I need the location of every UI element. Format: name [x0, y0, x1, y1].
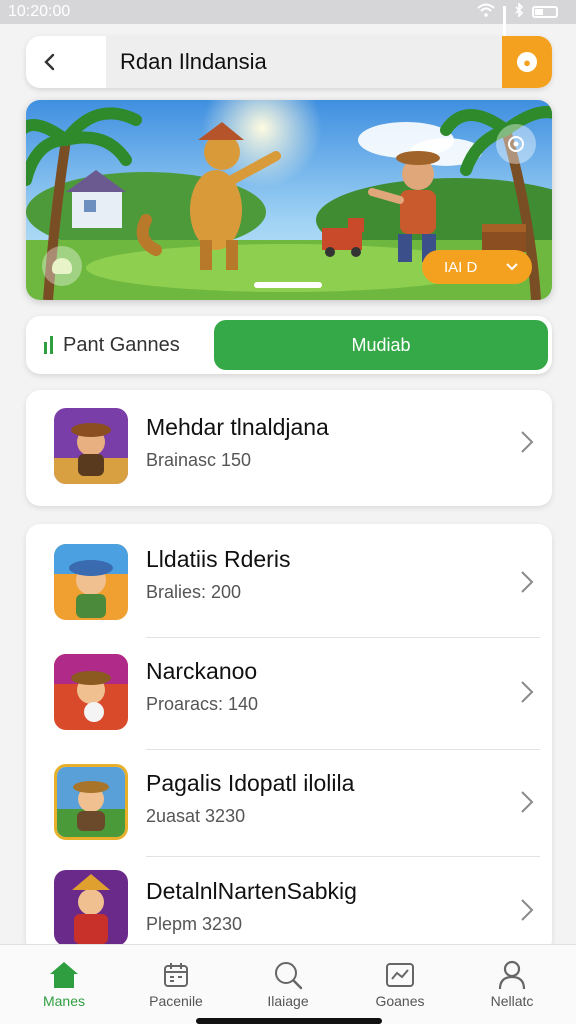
- chevron-right-icon: [520, 570, 534, 601]
- settings-icon[interactable]: [496, 124, 536, 164]
- game-thumbnail: [54, 870, 128, 946]
- games-list-card: Lldatiis Rderis Bralies: 200 Narckanoo P…: [26, 524, 552, 954]
- status-bar: 10:20:00: [0, 0, 576, 39]
- nav-label: Ilaiage: [267, 993, 309, 1009]
- coin-icon: ●: [517, 52, 537, 72]
- game-name: Lldatiis Rderis: [146, 546, 291, 572]
- game-name: Mehdar tlnaldjana: [146, 414, 329, 440]
- game-subtitle: 2uasat 3230: [146, 806, 246, 826]
- status-time: 10:20:00: [8, 3, 71, 20]
- banner-pager-indicator: [254, 282, 322, 288]
- game-subtitle: Bralies: 200: [146, 582, 242, 602]
- tab-left-label: Pant Gannes: [63, 333, 180, 356]
- divider: [146, 856, 540, 857]
- leaf-icon[interactable]: [42, 246, 82, 286]
- game-thumbnail: [54, 408, 128, 484]
- list-item[interactable]: Mehdar tlnaldjana Brainasc 150: [26, 390, 552, 502]
- game-name: Narckanoo: [146, 658, 258, 684]
- list-item[interactable]: DetalnlNartenSabkig Plepm 3230: [26, 858, 552, 954]
- list-item[interactable]: Lldatiis Rderis Bralies: 200: [26, 526, 552, 638]
- game-thumbnail: [54, 654, 128, 730]
- game-thumbnail: [54, 544, 128, 620]
- game-subtitle: Plepm 3230: [146, 914, 243, 934]
- bars-icon: [44, 336, 53, 354]
- game-name: Pagalis Idopatl ilolila: [146, 770, 355, 796]
- profile-icon: [462, 957, 562, 993]
- nav-calendar[interactable]: Pacenile: [126, 957, 226, 1009]
- signal-icon: [503, 6, 506, 39]
- search-bar: Rdan Ilndansia ●: [26, 36, 552, 88]
- tab-pant-gannes[interactable]: Pant Gannes: [26, 316, 214, 374]
- chevron-right-icon: [520, 430, 534, 461]
- battery-icon: [532, 6, 558, 18]
- bottom-navigation: Manes Pacenile Ilaiage Goanes Nellatc: [0, 944, 576, 1024]
- nav-label: Pacenile: [149, 993, 203, 1009]
- tab-right-label: Mudiab: [351, 334, 411, 355]
- list-item[interactable]: Narckanoo Proaracs: 140: [26, 638, 552, 750]
- game-name: DetalnlNartenSabkig: [146, 878, 357, 904]
- game-subtitle: Proaracs: 140: [146, 694, 259, 714]
- chart-icon: [350, 957, 450, 993]
- nav-label: Manes: [42, 993, 86, 1009]
- search-icon: [238, 957, 338, 993]
- chevron-right-icon: [520, 898, 534, 929]
- game-thumbnail: [54, 764, 128, 840]
- banner-action-button[interactable]: IAI D: [422, 250, 532, 284]
- nav-chart[interactable]: Goanes: [350, 957, 450, 1009]
- home-icon: [14, 957, 114, 993]
- list-item[interactable]: Pagalis Idopatl ilolila 2uasat 3230: [26, 750, 552, 862]
- category-tabs: Pant Gannes Mudiab: [26, 316, 552, 374]
- status-icons: [477, 1, 558, 39]
- hero-banner[interactable]: IAI D: [26, 100, 552, 300]
- nav-label: Nellatc: [490, 993, 534, 1009]
- banner-action-label: IAI D: [444, 258, 478, 276]
- nav-profile[interactable]: Nellatc: [462, 957, 562, 1009]
- home-indicator: [196, 1018, 382, 1024]
- calendar-icon: [126, 957, 226, 993]
- nav-label: Goanes: [375, 993, 425, 1009]
- wifi-icon: [477, 3, 495, 22]
- nav-home[interactable]: Manes: [14, 957, 114, 1009]
- chevron-right-icon: [520, 680, 534, 711]
- nav-search[interactable]: Ilaiage: [238, 957, 338, 1009]
- back-arrow-icon[interactable]: [26, 36, 74, 88]
- tab-mudiab[interactable]: Mudiab: [214, 320, 548, 370]
- search-input[interactable]: Rdan Ilndansia: [106, 36, 530, 88]
- featured-game-card[interactable]: Mehdar tlnaldjana Brainasc 150: [26, 390, 552, 506]
- chevron-right-icon: [520, 790, 534, 821]
- search-action-button[interactable]: ●: [502, 36, 552, 88]
- bluetooth-icon: [514, 1, 524, 22]
- game-subtitle: Brainasc 150: [146, 450, 252, 470]
- chevron-down-icon: [506, 263, 518, 271]
